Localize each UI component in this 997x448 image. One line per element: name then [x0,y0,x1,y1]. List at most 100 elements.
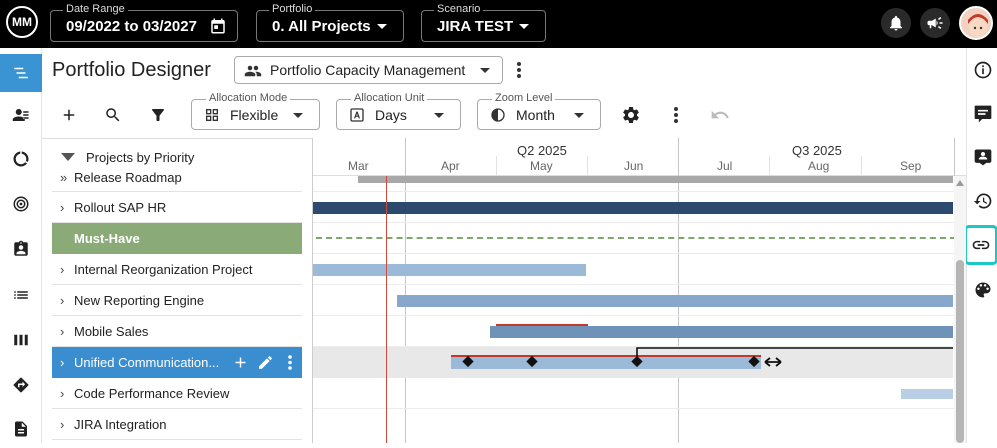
info-icon [974,61,991,79]
date-range-select[interactable]: Date Range 09/2022 to 03/2027 [50,3,238,42]
undo-button[interactable] [710,105,730,125]
person-list-icon [12,109,29,121]
right-tool-rail [964,48,997,443]
notifications-button[interactable] [881,8,911,38]
list-item[interactable]: › Mobile Sales [52,316,302,347]
gantt-bar-new-reporting-engine[interactable] [397,295,953,307]
bell-icon [890,15,902,31]
milestone-diamond [526,355,538,368]
avatar-face-icon [968,14,988,37]
nav-assignments[interactable] [0,230,42,268]
contrast-icon [491,108,505,122]
list-item-label: Unified Communication... [74,355,220,370]
allocation-unit-select[interactable]: Allocation Unit Days [336,92,461,130]
chevron-right-icon: › [60,355,65,370]
nav-resources[interactable] [0,96,42,134]
row-divider [313,408,966,409]
chevron-right-icon: › [60,417,65,432]
group-icon [244,65,262,77]
gantt-bar-code-performance-review[interactable] [901,389,953,399]
more-vert-icon [674,107,678,123]
palette-icon [975,282,990,298]
list-item-label: Internal Reorganization Project [74,262,253,277]
chevron-down-icon [574,113,584,118]
row-divider [313,253,966,254]
chevron-down-icon [377,24,387,29]
toolbar-more-button[interactable] [669,105,683,125]
gantt-bar-mobile-sales[interactable] [490,326,953,338]
page-title: Portfolio Designer [52,59,211,81]
contact-card-button[interactable] [967,140,997,174]
list-item-label: Rollout SAP HR [74,200,167,215]
grid-icon [206,109,218,121]
month-label: Sep [900,159,922,173]
comments-button[interactable] [967,97,997,131]
nav-reports[interactable] [0,410,42,448]
announcements-button[interactable] [920,8,950,38]
portfolio-value: 0. All Projects [272,18,371,35]
allocation-mode-value: Flexible [230,107,279,123]
plus-icon [63,109,75,121]
list-item[interactable]: › Code Performance Review [52,378,302,409]
nav-routes[interactable] [0,366,42,404]
row-divider [313,284,966,285]
quarter-divider [405,138,406,443]
row-divider [313,315,966,316]
nav-board-view[interactable] [0,321,42,359]
scenario-select[interactable]: Scenario JIRA TEST [421,3,546,42]
date-range-value: 09/2022 to 03/2027 [66,18,197,35]
view-select[interactable]: Portfolio Capacity Management [234,56,503,84]
search-icon [106,108,120,122]
chevron-right-icon: › [60,324,65,339]
chevron-down-icon [293,113,303,118]
quarter-divider [678,138,679,443]
vertical-scrollbar-thumb[interactable] [956,260,964,443]
group-row[interactable]: Must-Have [52,223,302,254]
add-button[interactable] [60,106,78,124]
settings-button[interactable] [621,105,641,125]
list-item[interactable]: › Rollout SAP HR [52,192,302,223]
today-line [386,176,387,443]
gantt-bar-internal-reorganization[interactable] [313,264,586,276]
view-value: Portfolio Capacity Management [270,62,466,78]
allocation-mode-select[interactable]: Allocation Mode Flexible [191,92,320,130]
list-item-selected[interactable]: › Unified Communication... [52,347,302,378]
milestone-diamond [748,355,760,368]
list-item[interactable]: › JIRA Integration [52,409,302,440]
filter-button[interactable] [149,106,167,124]
list-header-label: Projects by Priority [86,150,195,165]
more-options-button[interactable] [512,60,526,80]
theme-button[interactable] [967,273,997,307]
list-header-overlay: Projects by Priority [52,145,302,171]
list-item[interactable]: › Internal Reorganization Project [52,254,302,285]
scroll-up-arrow-icon[interactable] [956,180,964,186]
gear-icon [623,106,639,123]
chevron-right-icon: › [60,200,65,215]
linked-items-button[interactable] [964,225,997,265]
history-button[interactable] [967,184,997,218]
month-label: Jun [624,159,644,173]
user-avatar[interactable] [959,6,993,40]
list-item[interactable]: › New Reporting Engine [52,285,302,316]
calendar-icon [211,18,225,34]
nav-list-view[interactable] [0,276,42,314]
nav-portfolio-designer[interactable] [0,54,42,92]
info-button[interactable] [967,53,997,87]
nav-goals[interactable] [0,185,42,223]
pencil-icon[interactable] [257,354,274,371]
filter-icon [152,109,164,121]
add-icon[interactable] [232,354,249,371]
chevron-down-icon [480,68,490,73]
portfolio-select[interactable]: Portfolio 0. All Projects [256,3,404,42]
scenario-label: Scenario [434,3,484,15]
gantt-bar-release-roadmap[interactable] [358,176,953,183]
search-button[interactable] [104,106,122,124]
more-vert-icon[interactable] [285,354,295,371]
gantt-bar-rollout-sap-hr[interactable] [313,202,953,214]
zoom-level-select[interactable]: Zoom Level Month [477,92,601,130]
more-vert-icon [517,62,521,78]
group-label: Must-Have [74,231,140,246]
nav-analytics[interactable] [0,140,42,178]
chevron-right-icon: › [60,262,65,277]
app-logo[interactable]: MM [6,6,38,38]
